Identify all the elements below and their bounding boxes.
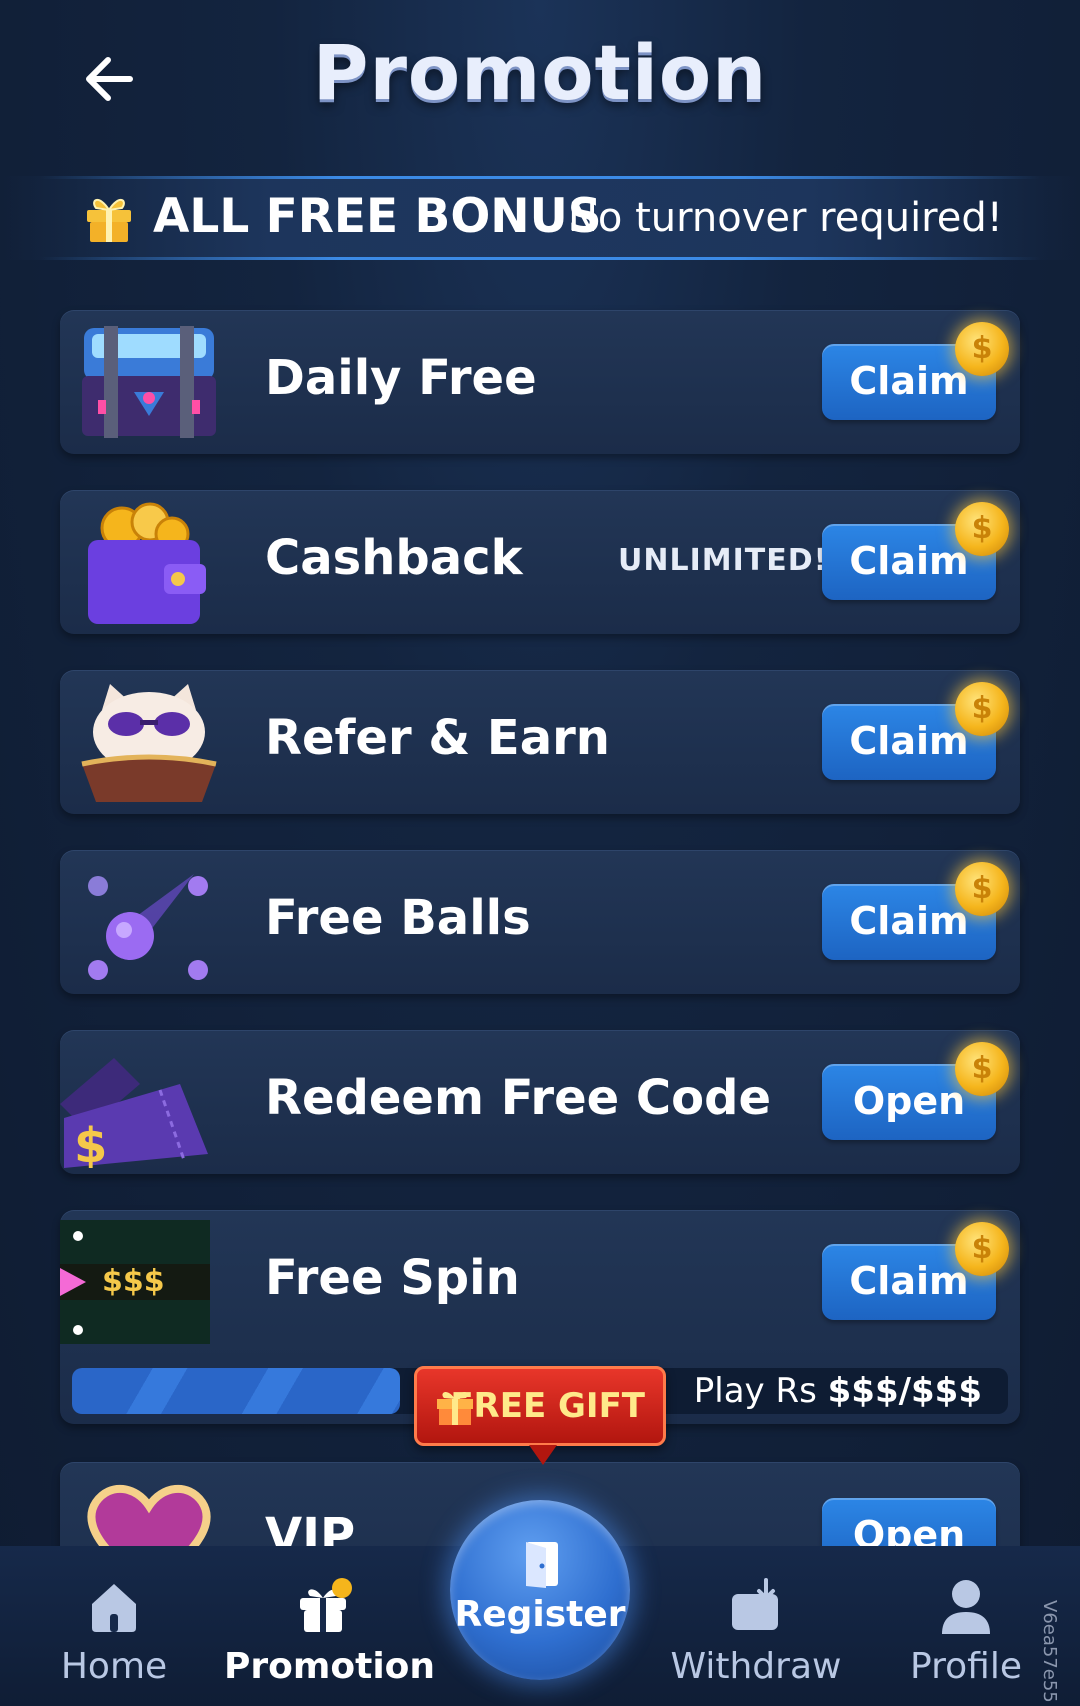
nav-promotion[interactable]: Promotion [224,1576,436,1687]
wallet-download-icon [732,1578,778,1630]
free-gift-badge[interactable]: FREE GIFT [414,1366,666,1465]
card-title: Refer & Earn [265,710,610,766]
coin-icon: $ [955,862,1009,916]
nav-label: Home [60,1646,168,1687]
promo-card-free-balls: Free Balls Claim $ [60,850,1020,994]
banner-title: ALL FREE BONUS [153,189,602,244]
nav-label: Profile [910,1646,1022,1687]
play-amount: $$$/$$$ [827,1371,982,1411]
nav-label: Withdraw [670,1646,842,1687]
card-title: Free Spin [265,1250,520,1306]
register-button[interactable]: Register [450,1500,630,1680]
nav-label: Promotion [224,1646,436,1687]
card-title: Cashback [265,530,523,586]
coin-icon: $ [955,322,1009,376]
treasure-chest-icon [82,326,216,438]
gift-icon [437,1391,473,1425]
coin-icon: $ [955,502,1009,556]
nav-withdraw[interactable]: Withdraw [656,1576,856,1687]
ball-icon [88,874,208,980]
free-gift-label: FREE GIFT [450,1386,645,1426]
home-icon [92,1584,136,1632]
header: Promotion [0,0,1080,170]
progress-fill [72,1368,400,1414]
gift-icon [300,1578,352,1632]
promo-card-cashback: Cashback UNLIMITED! Claim $ [60,490,1020,634]
promo-card-daily-free: Daily Free Claim $ [60,310,1020,454]
person-icon [942,1580,990,1634]
cat-mascot-icon [81,684,217,802]
nav-home[interactable]: Home [14,1576,214,1687]
version-label: V6ea57e55 [1039,1600,1060,1703]
unlimited-badge: UNLIMITED! [618,543,829,578]
door-icon [526,1542,558,1588]
register-label: Register [454,1594,626,1635]
ticket-icon: $ [60,1058,208,1168]
gift-icon [87,199,131,242]
slot-text: $$$ [102,1264,165,1299]
bonus-banner: ALL FREE BONUS No turnover required! [0,176,1080,260]
page-title: Promotion [312,28,768,117]
promo-card-refer-earn: Refer & Earn Claim $ [60,670,1020,814]
promo-card-redeem-code: $ Redeem Free Code Open $ [60,1030,1020,1174]
wallet-icon [88,502,206,624]
card-title: Free Balls [265,890,531,946]
slot-reel-icon: $$$ [60,1220,210,1344]
banner-subtitle: No turnover required! [568,195,1003,241]
nav-profile[interactable]: Profile [866,1576,1066,1687]
play-prefix: Play Rs [693,1371,817,1411]
svg-text:$: $ [74,1118,107,1168]
coin-icon: $ [955,682,1009,736]
card-title: Daily Free [265,350,537,406]
card-title: Redeem Free Code [265,1070,772,1126]
coin-icon: $ [955,1222,1009,1276]
play-requirement: Play Rs $$$/$$$ [694,1368,982,1414]
coin-icon: $ [955,1042,1009,1096]
